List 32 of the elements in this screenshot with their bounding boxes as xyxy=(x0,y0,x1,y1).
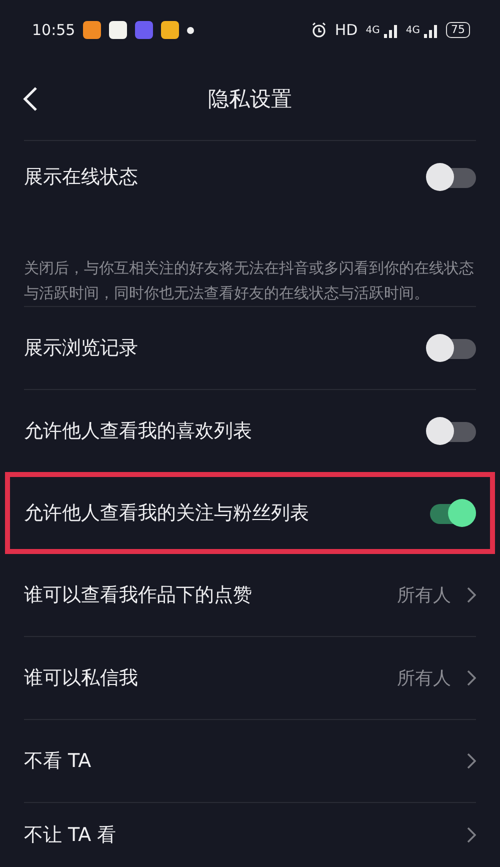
clock-time: 10:55 xyxy=(32,20,76,41)
alarm-icon xyxy=(310,22,327,38)
toggle-switch[interactable] xyxy=(426,163,476,192)
chevron-right-icon[interactable] xyxy=(467,827,476,843)
toggle-switch[interactable] xyxy=(426,334,476,362)
setting-label: 允许他人查看我的关注与粉丝列表 xyxy=(24,500,309,526)
notification-dot-icon xyxy=(187,26,194,34)
chevron-right-icon[interactable] xyxy=(467,753,476,769)
setting-label: 展示在线状态 xyxy=(24,165,138,190)
page-title: 隐私设置 xyxy=(208,86,292,114)
setting-label: 谁可以私信我 xyxy=(24,666,138,691)
setting-value: 所有人 xyxy=(397,584,451,608)
network-label: 4G xyxy=(406,24,420,38)
battery-level: 75 xyxy=(446,22,470,38)
chevron-right-icon[interactable] xyxy=(467,587,476,603)
signal-icon xyxy=(384,24,398,38)
setting-label: 不让 TA 看 xyxy=(24,822,116,848)
signal-icon xyxy=(424,24,438,38)
app-icon xyxy=(135,21,154,39)
setting-label: 不看 TA xyxy=(24,748,92,774)
setting-label: 允许他人查看我的喜欢列表 xyxy=(24,418,252,444)
setting-value: 所有人 xyxy=(397,666,451,690)
setting-description: 关闭后，与你互相关注的好友将无法在抖音或多闪看到你的在线状态与活跃时间，同时你也无法查看好友的在线状态与活跃时间。 xyxy=(24,258,475,304)
app-icon xyxy=(83,21,102,39)
setting-label: 展示浏览记录 xyxy=(24,336,138,361)
app-icon xyxy=(109,21,128,39)
toggle-switch[interactable] xyxy=(426,417,476,445)
setting-label: 谁可以查看我作品下的点赞 xyxy=(24,582,252,608)
network-label: 4G xyxy=(366,24,380,38)
app-icon xyxy=(161,21,180,39)
chevron-right-icon[interactable] xyxy=(467,670,476,686)
hd-label: HD xyxy=(334,20,358,41)
